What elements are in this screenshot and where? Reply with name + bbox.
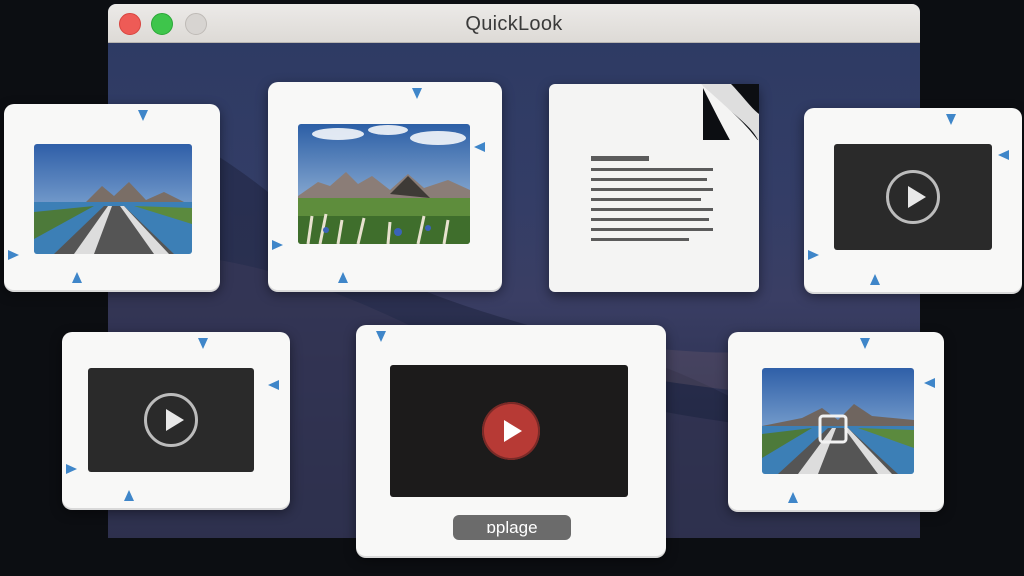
document-text-line xyxy=(591,218,709,221)
corner-tick xyxy=(788,492,798,503)
mountain-meadow-image xyxy=(298,124,470,244)
corner-tick xyxy=(66,464,77,474)
thumbnail-image-road[interactable] xyxy=(4,104,220,290)
thumbnail-document[interactable] xyxy=(549,84,759,292)
document-text-line xyxy=(591,208,713,211)
document-text-line xyxy=(591,156,649,161)
corner-tick xyxy=(338,272,348,283)
play-button[interactable] xyxy=(482,402,540,460)
corner-tick xyxy=(946,114,956,125)
video-preview xyxy=(834,144,992,250)
video-preview xyxy=(390,365,628,497)
document-text-line xyxy=(591,188,713,191)
document-text-line xyxy=(591,168,713,171)
thumbnail-image-meadow[interactable] xyxy=(268,82,502,290)
thumbnail-preview xyxy=(34,144,192,254)
corner-tick xyxy=(138,110,148,121)
corner-tick xyxy=(412,88,422,99)
corner-tick xyxy=(272,240,283,250)
road-landscape-image xyxy=(34,144,192,254)
corner-tick xyxy=(998,150,1009,160)
corner-tick xyxy=(870,274,880,285)
window-title: QuickLook xyxy=(465,13,563,35)
thumbnail-video[interactable] xyxy=(804,108,1022,292)
selected-item-label: ɒplage xyxy=(453,515,571,540)
page-curl-icon xyxy=(701,84,759,142)
thumbnail-video[interactable] xyxy=(62,332,290,508)
document-text-line xyxy=(591,238,689,241)
road-landscape-image xyxy=(762,368,914,474)
corner-tick xyxy=(860,338,870,349)
document-text-line xyxy=(591,198,701,201)
thumbnail-image-road[interactable] xyxy=(728,332,944,510)
video-preview xyxy=(88,368,254,472)
corner-tick xyxy=(924,378,935,388)
title-bar: QuickLook xyxy=(108,4,920,43)
thumbnail-preview xyxy=(298,124,470,244)
thumbnail-preview xyxy=(762,368,914,474)
corner-tick xyxy=(808,250,819,260)
corner-tick xyxy=(474,142,485,152)
corner-tick xyxy=(376,331,386,342)
play-triangle xyxy=(166,409,184,431)
corner-tick xyxy=(72,272,82,283)
corner-tick xyxy=(124,490,134,501)
corner-tick xyxy=(268,380,279,390)
document-text-line xyxy=(591,178,707,181)
corner-tick xyxy=(198,338,208,349)
play-triangle xyxy=(908,186,926,208)
corner-tick xyxy=(8,250,19,260)
document-text-line xyxy=(591,228,713,231)
play-triangle xyxy=(504,420,522,442)
